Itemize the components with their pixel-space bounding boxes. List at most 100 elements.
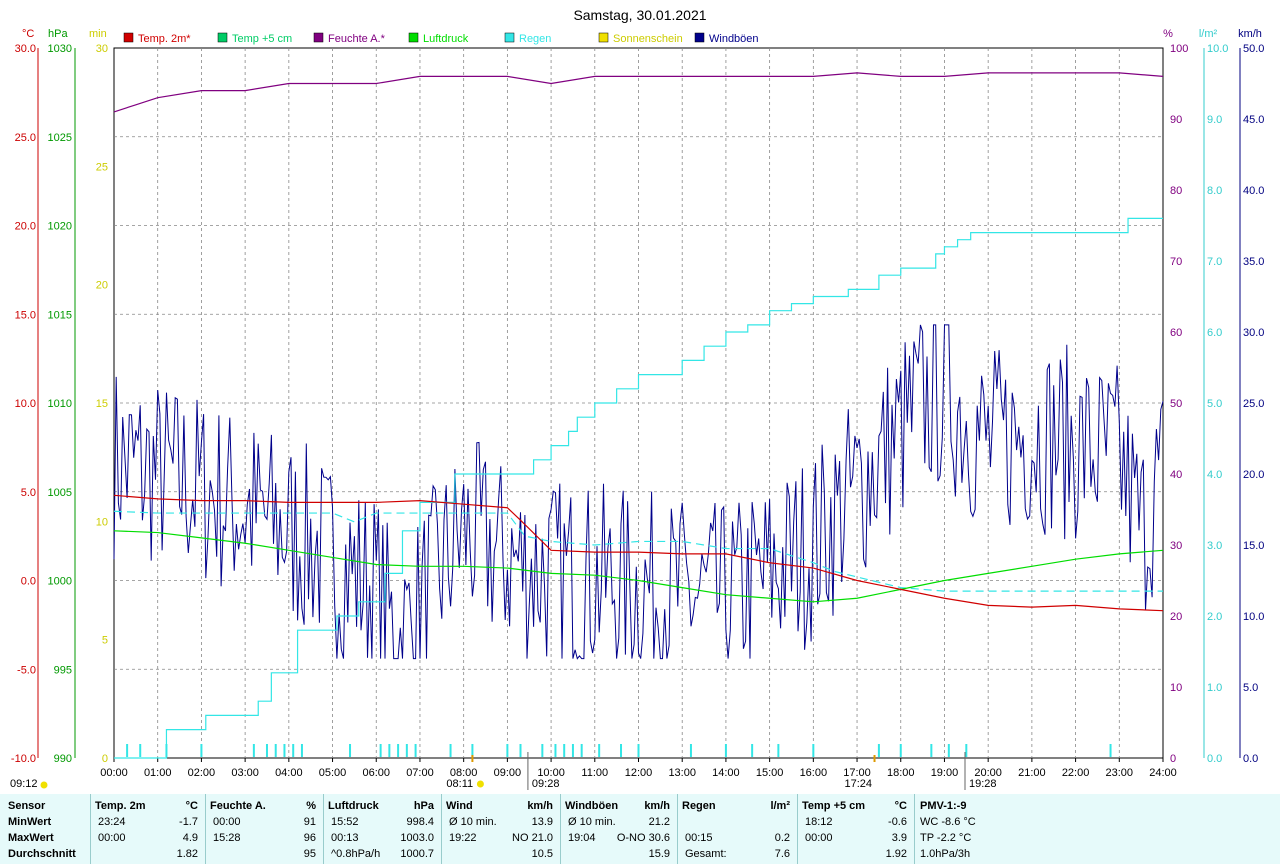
legend-temp5-swatch bbox=[217, 32, 228, 43]
x-tick-label: 12:00 bbox=[625, 767, 653, 779]
temp-tick-label: 0.0 bbox=[21, 576, 36, 588]
hum-tick-label: 100 bbox=[1170, 43, 1188, 55]
panel-divider bbox=[677, 794, 678, 864]
x-tick-label: 07:00 bbox=[406, 767, 434, 779]
row-label: Durchschnitt bbox=[8, 848, 76, 860]
row-value: 1.92 bbox=[885, 848, 907, 860]
row-value: 998.4 bbox=[406, 816, 434, 828]
wind-tick-label: 30.0 bbox=[1243, 327, 1264, 339]
x-tick-label: 23:00 bbox=[1106, 767, 1134, 779]
row-value: 10.5 bbox=[531, 848, 553, 860]
sunset-time: 17:24 bbox=[845, 778, 873, 790]
legend-wind-gusts-swatch bbox=[694, 32, 705, 43]
press-tick-label: 1005 bbox=[48, 487, 72, 499]
row-value: 1000.7 bbox=[400, 848, 434, 860]
x-tick-label: 15:00 bbox=[756, 767, 784, 779]
hdr-unit: km/h bbox=[644, 800, 670, 812]
rain-tick-label: 3.0 bbox=[1207, 540, 1222, 552]
row-value: NO 21.0 bbox=[512, 832, 553, 844]
sun-tick-label: 10 bbox=[96, 516, 108, 528]
x-tick-label: 21:00 bbox=[1018, 767, 1046, 779]
row-value: 4.9 bbox=[182, 832, 198, 844]
row-value: 96 bbox=[303, 832, 316, 844]
wind-tick-label: 25.0 bbox=[1243, 398, 1264, 410]
wind-tick-label: 50.0 bbox=[1243, 43, 1264, 55]
x-tick-label: 22:00 bbox=[1062, 767, 1090, 779]
temp-tick-label: 5.0 bbox=[21, 487, 36, 499]
row-value: 13.9 bbox=[531, 816, 553, 828]
press-tick-label: 1030 bbox=[48, 43, 72, 55]
hum-tick-label: 20 bbox=[1170, 611, 1182, 623]
temp-axis-unit: °C bbox=[22, 28, 34, 40]
sun-tick-label: 25 bbox=[96, 161, 108, 173]
hum-tick-label: 70 bbox=[1170, 256, 1182, 268]
x-tick-label: 01:00 bbox=[144, 767, 172, 779]
press-tick-label: 1025 bbox=[48, 132, 72, 144]
legend-sunshine-swatch bbox=[598, 32, 609, 43]
legend-temp: Temp. 2m* bbox=[138, 33, 191, 45]
row-value: -1.7 bbox=[179, 816, 198, 828]
hum-tick-label: 60 bbox=[1170, 327, 1182, 339]
row-value: 15.9 bbox=[648, 848, 670, 860]
wind-tick-label: 5.0 bbox=[1243, 682, 1258, 694]
row-pmv: 1.0hPa/3h bbox=[920, 848, 971, 860]
legend-pressure: Luftdruck bbox=[423, 33, 469, 45]
row-pmv: WC -8.6 °C bbox=[920, 816, 976, 828]
hdr-pmv: PMV-1:-9 bbox=[920, 800, 967, 812]
wind-tick-label: 10.0 bbox=[1243, 611, 1264, 623]
rain-tick-label: 0.0 bbox=[1207, 753, 1222, 765]
hum-tick-label: 0 bbox=[1170, 753, 1176, 765]
row-value: O-NO 30.6 bbox=[616, 832, 670, 844]
x-tick-label: 05:00 bbox=[319, 767, 347, 779]
row-value: 7.6 bbox=[774, 848, 790, 860]
temp-tick-label: -5.0 bbox=[17, 664, 36, 676]
hdr-unit: km/h bbox=[527, 800, 553, 812]
panel-divider bbox=[560, 794, 561, 864]
x-tick-label: 13:00 bbox=[668, 767, 696, 779]
rain-tick-label: 5.0 bbox=[1207, 398, 1222, 410]
rain-tick-label: 8.0 bbox=[1207, 185, 1222, 197]
rain-tick-label: 7.0 bbox=[1207, 256, 1222, 268]
x-tick-label: 03:00 bbox=[231, 767, 259, 779]
rain-tick-label: 4.0 bbox=[1207, 469, 1222, 481]
rain-tick-label: 10.0 bbox=[1207, 43, 1228, 55]
row-value: 95 bbox=[303, 848, 316, 860]
legend-sunshine: Sonnenschein bbox=[613, 33, 683, 45]
row-value: -0.6 bbox=[888, 816, 907, 828]
temp-tick-label: -10.0 bbox=[11, 753, 36, 765]
sun-icon bbox=[476, 780, 484, 788]
temp-tick-label: 30.0 bbox=[15, 43, 36, 55]
hum-axis-unit: % bbox=[1163, 28, 1173, 40]
row-value: 1003.0 bbox=[400, 832, 434, 844]
panel-divider bbox=[797, 794, 798, 864]
panel-divider bbox=[205, 794, 206, 864]
legend-rain: Regen bbox=[519, 33, 551, 45]
x-tick-label: 11:00 bbox=[581, 767, 608, 779]
hum-tick-label: 80 bbox=[1170, 185, 1182, 197]
hum-tick-label: 50 bbox=[1170, 398, 1182, 410]
legend-temp-swatch bbox=[123, 32, 134, 43]
x-tick-label: 19:00 bbox=[931, 767, 959, 779]
hdr-unit: % bbox=[306, 800, 316, 812]
transit-time: 09:28 bbox=[532, 778, 560, 790]
weather-chart: Samstag, 30.01.2021 °C hPa min 30.0 25.0 20.0… bbox=[10, 7, 1264, 790]
legend-rain-swatch bbox=[504, 32, 515, 43]
press-tick-label: 1015 bbox=[48, 309, 72, 321]
hdr-sensor: Sensor bbox=[8, 800, 46, 812]
left-time: 09:12 bbox=[10, 778, 38, 790]
panel-divider bbox=[323, 794, 324, 864]
sun-axis-unit: min bbox=[89, 28, 107, 40]
row-pmv: TP -2.2 °C bbox=[920, 832, 972, 844]
sun-icon bbox=[40, 781, 48, 789]
chart-legend: Temp. 2m* Temp +5 cm Feuchte A.* Luftdruck R… bbox=[123, 32, 759, 45]
sun-tick-label: 15 bbox=[96, 398, 108, 410]
press-tick-label: 990 bbox=[54, 753, 72, 765]
wind-tick-label: 40.0 bbox=[1243, 185, 1264, 197]
hum-tick-label: 10 bbox=[1170, 682, 1182, 694]
hdr-unit: °C bbox=[894, 800, 907, 812]
legend-temp5: Temp +5 cm bbox=[232, 33, 292, 45]
temp-tick-label: 20.0 bbox=[15, 221, 36, 233]
row-value: 3.9 bbox=[891, 832, 907, 844]
temp-tick-label: 10.0 bbox=[15, 398, 36, 410]
row-label: MaxWert bbox=[8, 832, 54, 844]
